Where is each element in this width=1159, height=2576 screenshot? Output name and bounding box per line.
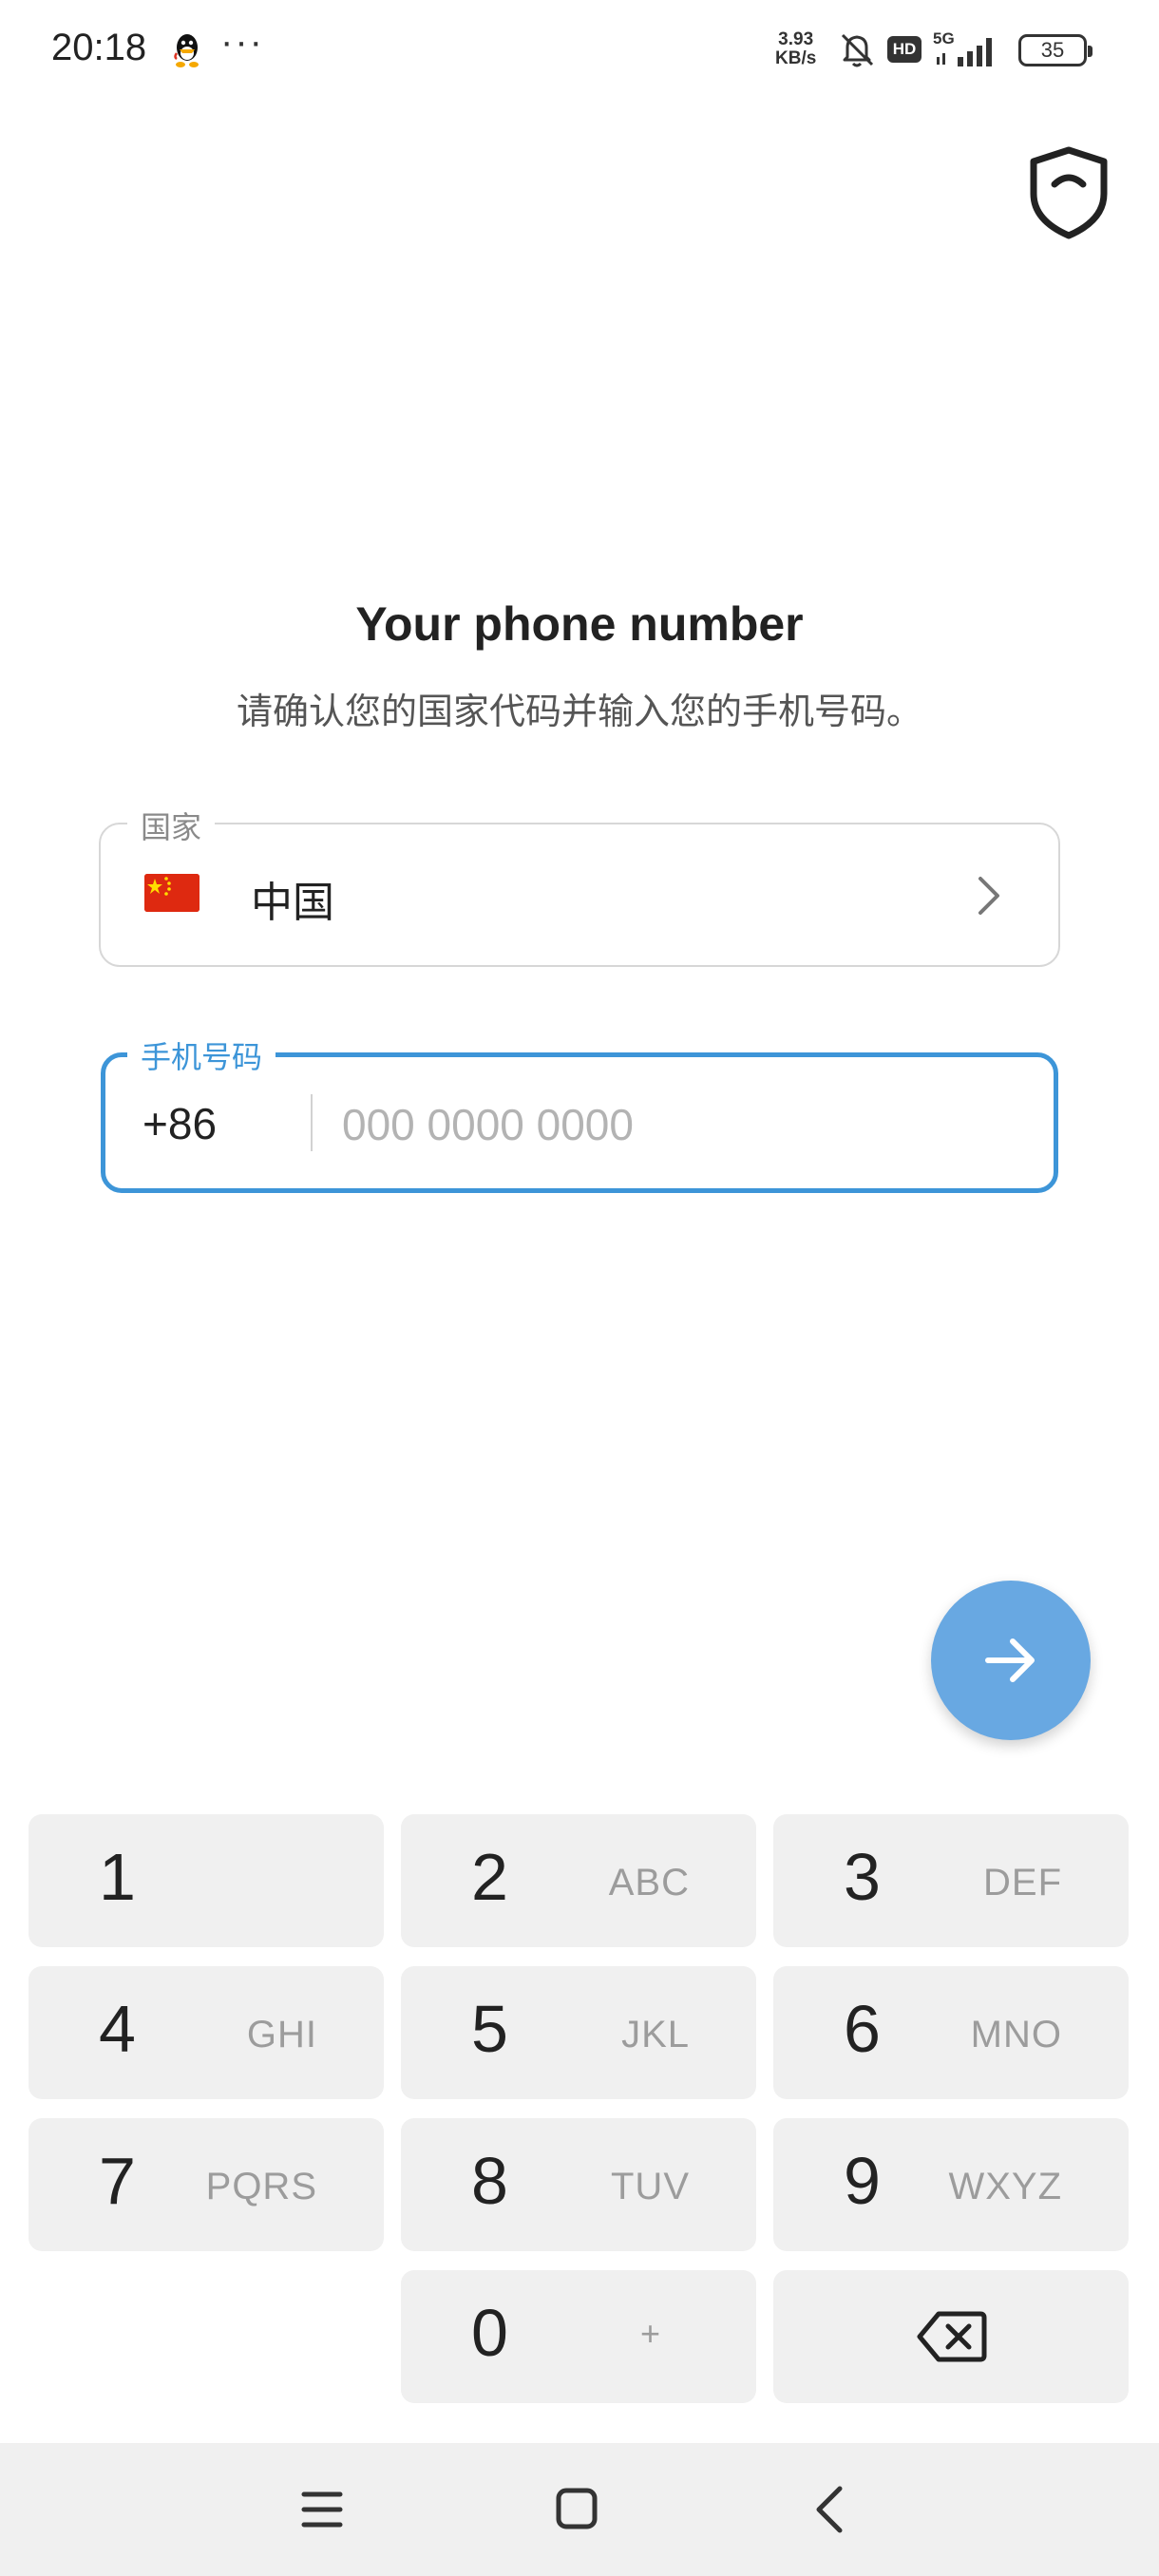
key-digit: 5 xyxy=(471,1992,508,2066)
key-3[interactable]: 3 DEF xyxy=(773,1814,1129,1947)
key-digit: 2 xyxy=(471,1840,508,1914)
china-flag-icon xyxy=(144,874,200,912)
bell-muted-icon xyxy=(841,33,874,67)
battery-icon: 35 xyxy=(1018,34,1092,66)
key-7[interactable]: 7 PQRS xyxy=(28,2118,384,2251)
key-digit: 4 xyxy=(99,1992,136,2066)
key-letters: ABC xyxy=(608,1862,690,1904)
key-0[interactable]: 0 + xyxy=(401,2270,756,2403)
key-9[interactable]: 9 WXYZ xyxy=(773,2118,1129,2251)
key-letters: TUV xyxy=(611,2166,690,2207)
speed-unit: KB/s xyxy=(775,48,817,68)
key-digit: 7 xyxy=(99,2144,136,2218)
key-5[interactable]: 5 JKL xyxy=(401,1966,756,2099)
page-subtitle: 请确认您的国家代码并输入您的手机号码。 xyxy=(236,692,922,732)
key-1[interactable]: 1 xyxy=(28,1814,384,1947)
shield-icon[interactable] xyxy=(1024,144,1113,239)
key-digit: 0 xyxy=(471,2296,508,2370)
code-divider xyxy=(311,1094,313,1151)
signal-icon: 5G xyxy=(933,29,992,66)
key-letters: JKL xyxy=(621,2014,690,2055)
key-4[interactable]: 4 GHI xyxy=(28,1966,384,2099)
country-value: 中国 xyxy=(251,880,334,926)
key-2[interactable]: 2 ABC xyxy=(401,1814,756,1947)
hd-icon: HD xyxy=(887,36,922,63)
key-letters: WXYZ xyxy=(948,2166,1062,2207)
status-time: 20:18 xyxy=(51,27,147,68)
key-6[interactable]: 6 MNO xyxy=(773,1966,1129,2099)
key-letters: GHI xyxy=(246,2014,317,2055)
country-label: 国家 xyxy=(127,804,216,847)
qq-icon xyxy=(174,34,199,67)
menu-icon[interactable] xyxy=(300,2489,344,2530)
arrow-right-icon xyxy=(985,1638,1035,1682)
key-digit: 6 xyxy=(844,1992,881,2066)
key-digit: 9 xyxy=(844,2144,881,2218)
key-letters: + xyxy=(640,2314,661,2353)
chevron-right-icon xyxy=(978,877,999,915)
key-letters: MNO xyxy=(970,2014,1062,2055)
key-digit: 1 xyxy=(99,1840,136,1914)
speed-value: 3.93 xyxy=(778,29,814,49)
more-notifications-icon: ··· xyxy=(220,21,264,63)
network-speed: 3.93 KB/s xyxy=(775,30,816,68)
backspace-icon xyxy=(917,2311,987,2362)
key-letters: DEF xyxy=(983,1862,1062,1904)
key-letters: PQRS xyxy=(205,2166,317,2207)
backspace-button[interactable] xyxy=(773,2270,1129,2403)
back-icon[interactable] xyxy=(813,2485,846,2534)
key-8[interactable]: 8 TUV xyxy=(401,2118,756,2251)
key-digit: 8 xyxy=(471,2144,508,2218)
key-digit: 3 xyxy=(844,1840,881,1914)
network-type: 5G xyxy=(933,29,955,47)
status-bar: 20:18 ··· 3.93 KB/s HD 5G 35 xyxy=(0,0,1159,99)
phone-label: 手机号码 xyxy=(127,1033,276,1077)
phone-number-input[interactable] xyxy=(342,1089,1007,1161)
country-code[interactable]: +86 xyxy=(142,1098,217,1149)
next-button[interactable] xyxy=(931,1581,1091,1740)
system-nav-bar xyxy=(0,2443,1159,2576)
page-title: Your phone number xyxy=(355,597,804,651)
home-icon[interactable] xyxy=(555,2487,598,2530)
country-selector[interactable] xyxy=(99,823,1060,967)
